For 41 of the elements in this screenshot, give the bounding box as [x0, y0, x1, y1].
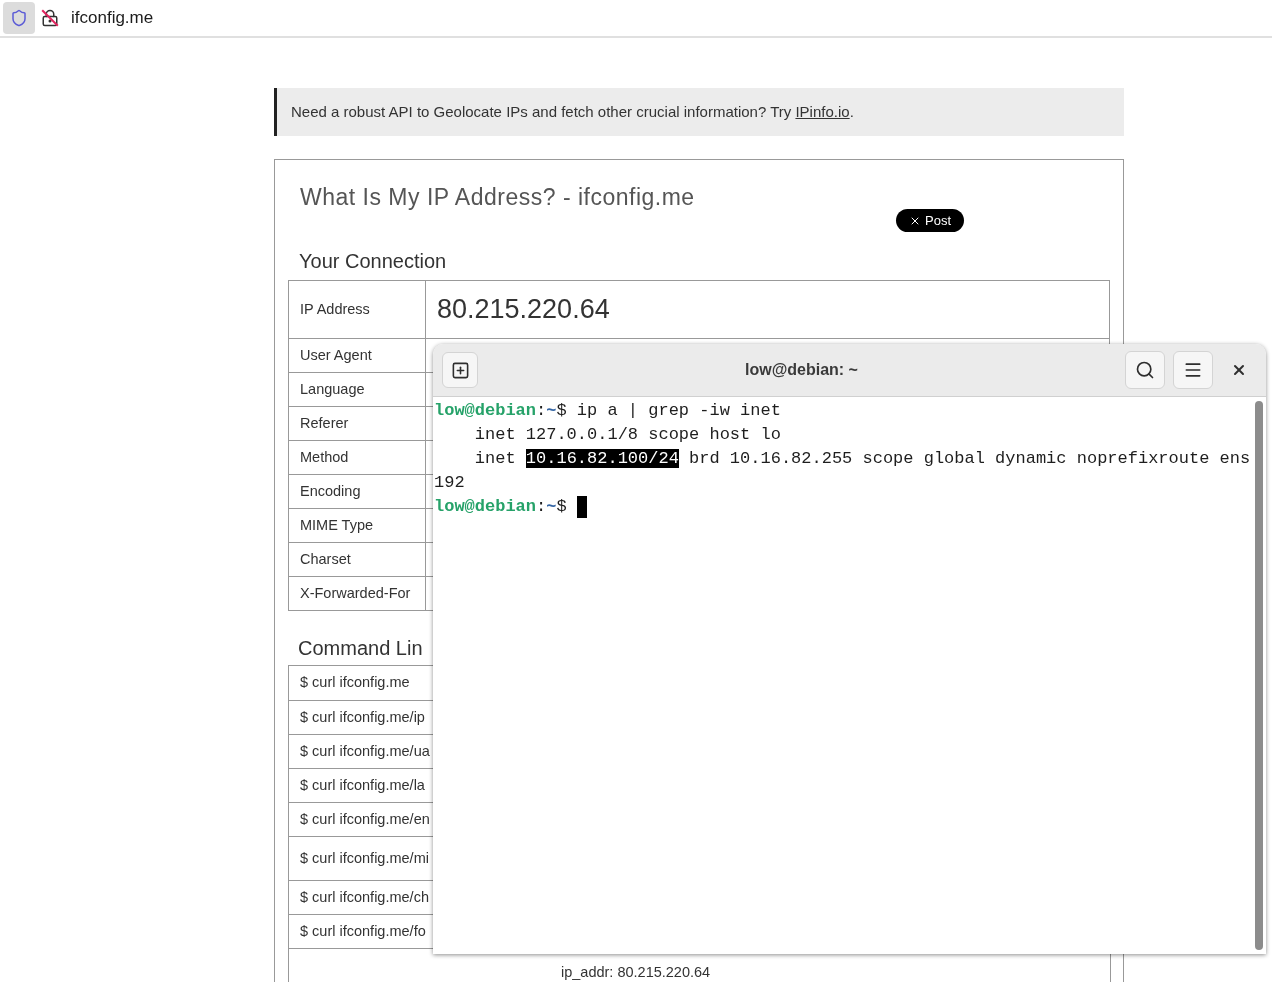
ipinfo-link[interactable]: IPinfo.io: [795, 102, 850, 120]
table-cell-text: $ curl ifconfig.me/la: [299, 775, 426, 795]
table-cell: X-Forwarded-For: [289, 577, 426, 610]
terminal-title: low@debian: ~: [745, 360, 858, 380]
plus-square-icon: [450, 360, 470, 380]
table-cell: Charset: [289, 543, 426, 576]
page-title: What Is My IP Address? - ifconfig.me: [300, 184, 695, 210]
table-cell-text: $ curl ifconfig.me/ch: [299, 887, 426, 907]
shield-icon[interactable]: [3, 2, 35, 34]
scrollbar-thumb[interactable]: [1255, 401, 1263, 950]
terminal-line: 192: [434, 472, 466, 494]
promo-text: Need a robust API to Geolocate IPs and fetch other crucial information? Try IPinfo.io.: [291, 101, 854, 122]
terminal-line: inet 10.16.82.100/24 brd 10.16.82.255 scope global dynamic noprefixroute ens: [473, 448, 1252, 470]
url-text: ifconfig.me: [71, 7, 154, 30]
section-heading: Command Lin: [298, 636, 423, 661]
menu-button[interactable]: [1173, 351, 1213, 389]
post-button[interactable]: Post: [896, 209, 964, 232]
ip-address-value: 80.215.220.64: [437, 293, 610, 327]
table-cell-text: $ curl ifconfig.me/fo: [299, 921, 426, 941]
table-cell: Referer: [289, 407, 426, 440]
output-text: ip_addr: 80.215.220.64: [561, 964, 711, 980]
terminal-line: inet 127.0.0.1/8 scope host lo: [473, 424, 782, 446]
terminal-line: low@debian:~$: [434, 495, 1252, 519]
table-cell: MIME Type: [289, 509, 426, 542]
address-bar[interactable]: ifconfig.me: [0, 0, 1272, 38]
table-cell: Language: [289, 373, 426, 406]
table-cell-text: $ curl ifconfig.me: [299, 673, 411, 693]
insecure-lock-icon[interactable]: [41, 9, 59, 27]
search-button[interactable]: [1125, 351, 1165, 389]
table-cell: IP Address: [289, 281, 426, 338]
close-icon: [1231, 362, 1247, 378]
table-cell: Method: [289, 441, 426, 474]
section-heading: Your Connection: [299, 249, 447, 274]
new-tab-button[interactable]: [442, 352, 478, 388]
terminal-line: low@debian:~$ ip a | grep -iw inet: [434, 400, 782, 422]
table-cell-text: $ curl ifconfig.me/ip: [299, 707, 426, 727]
search-icon: [1135, 360, 1155, 380]
table-cell-text: $ curl ifconfig.me/mi: [299, 848, 426, 868]
menu-icon: [1183, 360, 1203, 380]
table-cell: Encoding: [289, 475, 426, 508]
table-cell: User Agent: [289, 339, 426, 372]
